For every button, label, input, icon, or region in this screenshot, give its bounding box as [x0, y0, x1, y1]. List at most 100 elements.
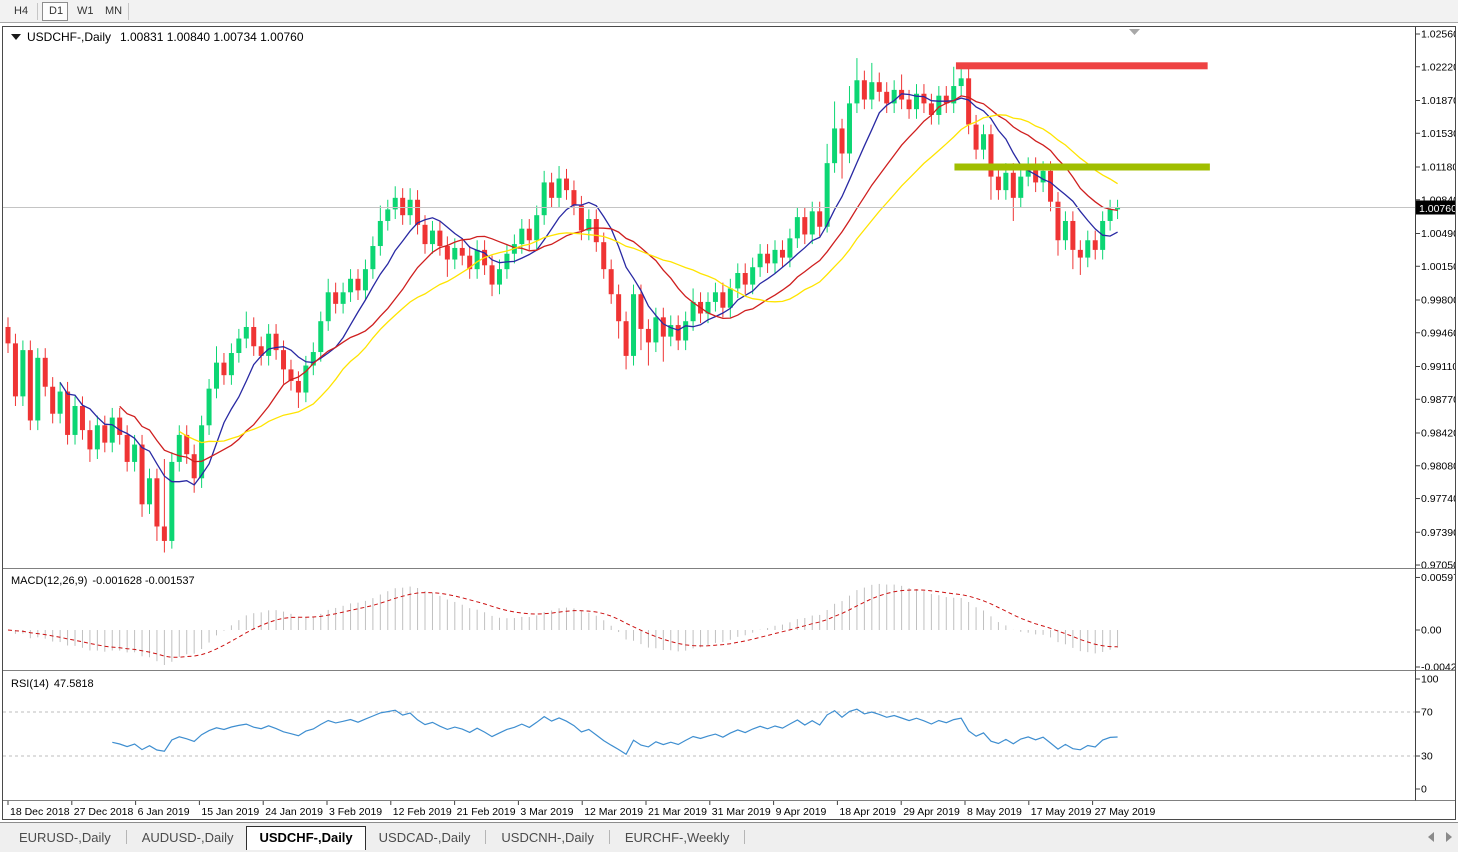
candle-body [549, 182, 554, 197]
price-axis-label: 1.00490 [1421, 228, 1455, 240]
candle-body [348, 279, 353, 292]
candle-body [877, 82, 882, 92]
candle-body [1078, 250, 1083, 258]
scroll-left-icon[interactable] [1428, 832, 1434, 842]
chart-window[interactable]: 1.025601.022201.018701.015301.011801.008… [2, 26, 1456, 820]
candle-body [460, 248, 465, 256]
timeframe-toolbar: H4 D1 W1 MN [0, 0, 1458, 23]
candle-body [1011, 173, 1016, 198]
tab-usdcnh-daily[interactable]: USDCNH-,Daily [488, 826, 606, 849]
candle-body [125, 435, 130, 462]
tab-usdchf-daily[interactable]: USDCHF-,Daily [246, 826, 365, 850]
date-axis-label: 31 Mar 2019 [712, 806, 771, 818]
support-bar [954, 163, 1209, 170]
candle-body [251, 327, 256, 346]
candle-body [452, 248, 457, 260]
tab-audusd-daily[interactable]: AUDUSD-,Daily [129, 826, 247, 849]
price-axis-label: 0.98080 [1421, 460, 1455, 472]
candle-body [869, 82, 874, 99]
date-axis-label: 27 May 2019 [1095, 806, 1156, 818]
candle-body [20, 350, 25, 396]
candle-body [728, 288, 733, 307]
svg-text:1.00760: 1.00760 [1419, 203, 1455, 215]
candle-body [579, 206, 584, 231]
candle-body [1003, 173, 1008, 190]
macd-layer [8, 584, 1118, 665]
tab-separator [744, 830, 745, 844]
date-axis-label: 15 Jan 2019 [201, 806, 259, 818]
candle-body [802, 217, 807, 234]
price-axis-label: 0.97740 [1421, 493, 1455, 505]
timeframe-h4-button[interactable]: H4 [7, 2, 33, 21]
candle-body [974, 125, 979, 150]
candle-body [758, 254, 763, 267]
candle-body [281, 350, 286, 369]
timeframe-d1-button[interactable]: D1 [42, 2, 68, 21]
candle-body [825, 163, 830, 227]
tab-usdcad-daily[interactable]: USDCAD-,Daily [366, 826, 484, 849]
symbol-dropdown-icon[interactable] [11, 34, 21, 40]
candle-body [773, 250, 778, 263]
candle-body [996, 177, 1001, 190]
candle-body [735, 273, 740, 288]
date-axis-label: 29 Apr 2019 [903, 806, 960, 818]
macd-label: MACD(12,26,9)-0.001628 -0.001537 [11, 575, 195, 587]
candle-body [683, 321, 688, 340]
candle-body [110, 418, 115, 443]
candle-body [184, 435, 189, 454]
candle-body [169, 462, 174, 541]
price-axis-label: 1.01530 [1421, 128, 1455, 140]
date-axis-label: 8 May 2019 [967, 806, 1022, 818]
tab-eurusd-daily[interactable]: EURUSD-,Daily [6, 826, 124, 849]
candle-body [154, 478, 159, 526]
candle-body [341, 292, 346, 304]
candle-body [720, 292, 725, 307]
date-axis-label: 3 Mar 2019 [520, 806, 573, 818]
candle-body [445, 246, 450, 259]
date-axis-label: 21 Mar 2019 [648, 806, 707, 818]
timeframe-w1-button[interactable]: W1 [70, 2, 96, 21]
macd-axis-label: 0.00597 [1421, 572, 1455, 584]
tab-separator [126, 830, 127, 844]
scroll-right-icon[interactable] [1446, 832, 1452, 842]
price-axis-label: 1.02220 [1421, 61, 1455, 73]
axes-layer: 1.025601.022201.018701.015301.011801.008… [8, 29, 1455, 819]
date-axis-label: 21 Feb 2019 [457, 806, 516, 818]
candle-body [333, 292, 338, 304]
candle-body [840, 128, 845, 153]
date-axis-label: 6 Jan 2019 [138, 806, 190, 818]
candle-body [527, 229, 532, 241]
chart-title: USDCHF-,Daily1.00831 1.00840 1.00734 1.0… [27, 30, 304, 44]
candle-body [810, 211, 815, 234]
rsi-axis-label: 30 [1421, 751, 1433, 763]
candle-body [363, 269, 368, 290]
candle-body [437, 231, 442, 246]
timeframe-mn-button[interactable]: MN [98, 2, 124, 21]
candles-layer [6, 58, 1121, 552]
tab-eurchf-weekly[interactable]: EURCHF-,Weekly [612, 826, 743, 849]
toolbar-separator [37, 3, 38, 20]
candle-body [646, 329, 651, 342]
candle-body [631, 294, 636, 356]
candle-body [214, 363, 219, 389]
chart-tab-bar: EURUSD-,Daily AUDUSD-,Daily USDCHF-,Dail… [0, 822, 1458, 852]
candle-body [542, 182, 547, 215]
price-chart[interactable]: 1.025601.022201.018701.015301.011801.008… [3, 27, 1455, 819]
candle-body [661, 317, 666, 336]
candle-body [6, 327, 11, 343]
candle-body [676, 325, 681, 340]
candle-body [147, 478, 152, 504]
current-price-tag: 1.00760 [1416, 201, 1455, 216]
candle-body [854, 80, 859, 103]
candle-body [318, 321, 323, 352]
candle-body [199, 425, 204, 478]
candle-body [601, 242, 606, 269]
price-axis-label: 0.97390 [1421, 527, 1455, 539]
rsi-axis-label: 100 [1421, 674, 1439, 686]
rsi-axis-label: 0 [1421, 784, 1427, 796]
candle-body [1018, 177, 1023, 198]
chart-shift-marker-icon[interactable] [1129, 29, 1140, 35]
macd-axis-label: 0.00 [1421, 625, 1442, 637]
macd-signal-line [8, 590, 1118, 657]
price-axis-label: 0.98770 [1421, 394, 1455, 406]
